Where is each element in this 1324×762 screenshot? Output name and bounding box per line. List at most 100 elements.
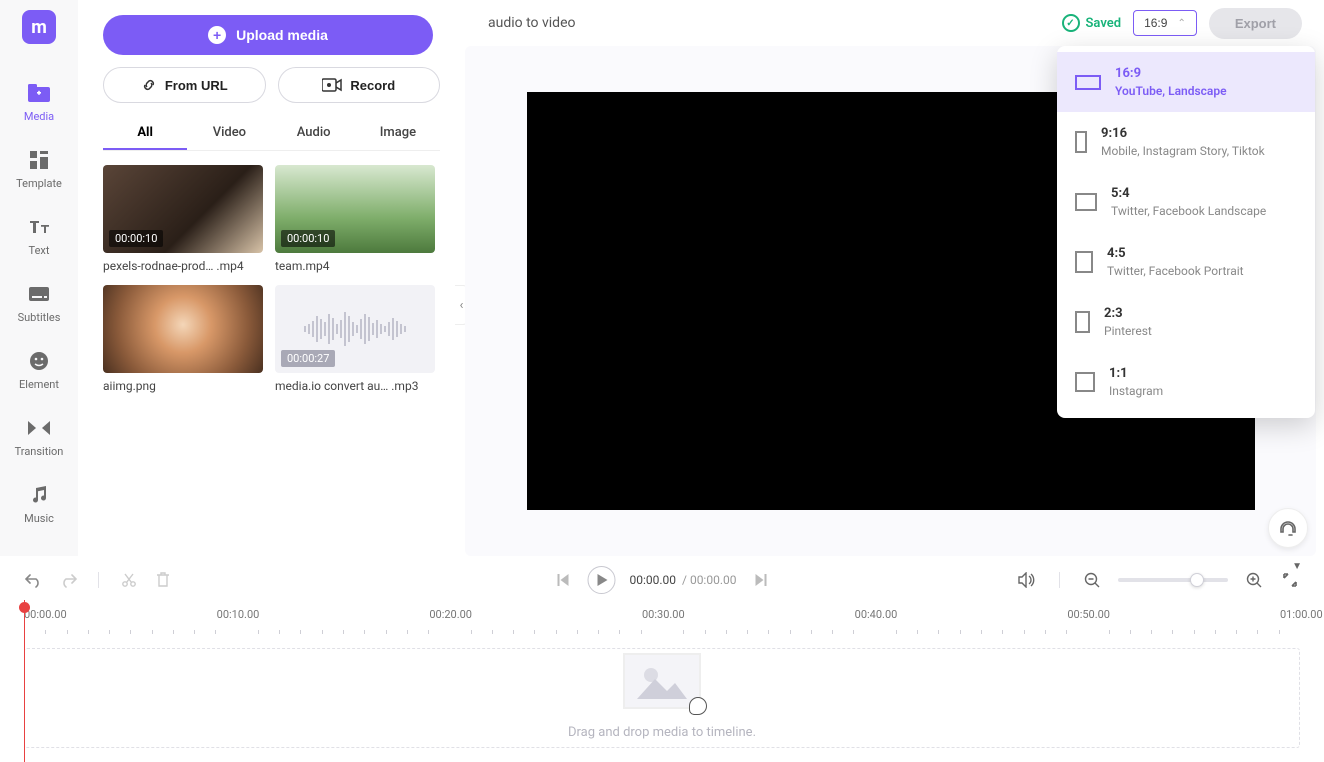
- volume-button[interactable]: [1017, 570, 1037, 590]
- media-name: aiimg.png: [103, 379, 263, 393]
- upload-media-button[interactable]: + Upload media: [103, 15, 433, 55]
- preview-header: audio to video ✓ Saved 16:9 ⌃ Export: [460, 0, 1324, 46]
- text-icon: [23, 214, 55, 240]
- ruler-tick: 00:20.00: [429, 608, 472, 621]
- aspect-option[interactable]: 1:1 Instagram: [1057, 352, 1315, 412]
- redo-button[interactable]: [58, 570, 78, 590]
- zoom-in-button[interactable]: [1244, 570, 1264, 590]
- aspect-desc: Twitter, Facebook Landscape: [1111, 204, 1266, 218]
- divider: [1059, 572, 1060, 588]
- split-button[interactable]: [119, 570, 139, 590]
- image-placeholder-icon: [637, 663, 687, 699]
- media-item[interactable]: 00:00:10 pexels-rodnae-prod… .mp4: [103, 165, 263, 273]
- folder-plus-icon: [23, 80, 55, 106]
- media-name: pexels-rodnae-prod… .mp4: [103, 259, 263, 273]
- aspect-title: 2:3: [1104, 306, 1152, 321]
- nav-label: Element: [19, 378, 59, 391]
- time-total: 00:00.00: [690, 573, 737, 587]
- timeline-ruler[interactable]: 00:00.0000:10.0000:20.0000:30.0000:40.00…: [24, 608, 1300, 634]
- support-button[interactable]: [1268, 508, 1308, 548]
- aspect-shape-icon: [1075, 75, 1101, 90]
- aspect-title: 9:16: [1101, 126, 1265, 141]
- media-duration: 00:00:27: [281, 350, 335, 367]
- grab-cursor-icon: [689, 697, 707, 715]
- prev-button[interactable]: [554, 570, 574, 590]
- template-icon: [23, 147, 55, 173]
- aspect-title: 4:5: [1107, 246, 1244, 261]
- nav-element[interactable]: Element: [0, 336, 78, 403]
- nav-transition[interactable]: Transition: [0, 403, 78, 470]
- ruler-tick: 00:40.00: [855, 608, 898, 621]
- fit-timeline-button[interactable]: [1280, 570, 1300, 590]
- media-name: media.io convert au… .mp3: [275, 379, 435, 393]
- link-icon: [141, 77, 157, 93]
- media-thumb: 00:00:10: [275, 165, 435, 253]
- nav-label: Media: [24, 110, 54, 123]
- next-button[interactable]: [750, 570, 770, 590]
- media-thumb: [103, 285, 263, 373]
- nav-subtitles[interactable]: Subtitles: [0, 269, 78, 336]
- media-panel: + Upload media From URL Record All Video…: [78, 0, 460, 556]
- aspect-title: 16:9: [1115, 66, 1227, 81]
- delete-button[interactable]: [153, 570, 173, 590]
- tab-all[interactable]: All: [103, 117, 187, 150]
- aspect-shape-icon: [1075, 193, 1097, 211]
- ruler-tick: 00:10.00: [217, 608, 260, 621]
- media-item[interactable]: 00:00:27 media.io convert au… .mp3: [275, 285, 435, 393]
- media-item[interactable]: 00:00:10 team.mp4: [275, 165, 435, 273]
- aspect-desc: Twitter, Facebook Portrait: [1107, 264, 1244, 278]
- slider-knob[interactable]: [1190, 573, 1204, 587]
- aspect-ratio-dropdown: 16:9 YouTube, Landscape 9:16 Mobile, Ins…: [1057, 46, 1315, 418]
- tab-video[interactable]: Video: [187, 117, 271, 150]
- tab-audio[interactable]: Audio: [272, 117, 356, 150]
- nav-media[interactable]: Media: [0, 68, 78, 135]
- record-button[interactable]: Record: [278, 67, 441, 103]
- undo-button[interactable]: [24, 570, 44, 590]
- aspect-desc: YouTube, Landscape: [1115, 84, 1227, 98]
- time-display: 00:00.00 / 00:00.00: [630, 573, 737, 587]
- aspect-option[interactable]: 5:4 Twitter, Facebook Landscape: [1057, 172, 1315, 232]
- aspect-shape-icon: [1075, 131, 1087, 153]
- from-url-button[interactable]: From URL: [103, 67, 266, 103]
- aspect-shape-icon: [1075, 251, 1093, 273]
- drop-placeholder-thumb: [623, 653, 701, 709]
- ruler-tick: 01:00.00: [1280, 608, 1323, 621]
- drop-hint: Drag and drop media to timeline.: [568, 725, 756, 740]
- media-thumb: 00:00:10: [103, 165, 263, 253]
- export-button[interactable]: Export: [1209, 8, 1302, 39]
- ruler-tick: 00:50.00: [1067, 608, 1110, 621]
- media-duration: 00:00:10: [281, 230, 335, 247]
- tab-image[interactable]: Image: [356, 117, 440, 150]
- play-button[interactable]: [588, 566, 616, 594]
- chevron-up-icon: ⌃: [1177, 18, 1185, 29]
- aspect-option[interactable]: 16:9 YouTube, Landscape: [1057, 52, 1315, 112]
- check-circle-icon: ✓: [1062, 14, 1080, 32]
- ruler-tick: 00:00.00: [24, 608, 67, 621]
- media-duration: 00:00:10: [109, 230, 163, 247]
- aspect-option[interactable]: 9:16 Mobile, Instagram Story, Tiktok: [1057, 112, 1315, 172]
- aspect-option[interactable]: 4:5 Twitter, Facebook Portrait: [1057, 232, 1315, 292]
- aspect-title: 1:1: [1109, 366, 1163, 381]
- media-item[interactable]: aiimg.png: [103, 285, 263, 393]
- nav-label: Template: [16, 177, 62, 190]
- nav-text[interactable]: Text: [0, 202, 78, 269]
- nav-template[interactable]: Template: [0, 135, 78, 202]
- timeline-playhead[interactable]: [24, 600, 25, 762]
- app-logo[interactable]: m: [22, 10, 56, 44]
- project-title[interactable]: audio to video: [488, 15, 1062, 31]
- media-name: team.mp4: [275, 259, 435, 273]
- aspect-option[interactable]: 2:3 Pinterest: [1057, 292, 1315, 352]
- timeline-dropzone[interactable]: Drag and drop media to timeline.: [24, 648, 1300, 748]
- divider: [98, 572, 99, 588]
- zoom-out-button[interactable]: [1082, 570, 1102, 590]
- nav-music[interactable]: Music: [0, 470, 78, 537]
- aspect-ratio-button[interactable]: 16:9 ⌃: [1133, 10, 1197, 36]
- aspect-desc: Mobile, Instagram Story, Tiktok: [1101, 144, 1265, 158]
- zoom-slider[interactable]: [1118, 578, 1228, 582]
- aspect-title: 5:4: [1111, 186, 1266, 201]
- waveform-icon: [304, 309, 406, 349]
- subtitles-icon: [23, 281, 55, 307]
- nav-label: Text: [29, 244, 50, 257]
- time-current: 00:00.00: [630, 573, 677, 587]
- aspect-shape-icon: [1075, 311, 1090, 333]
